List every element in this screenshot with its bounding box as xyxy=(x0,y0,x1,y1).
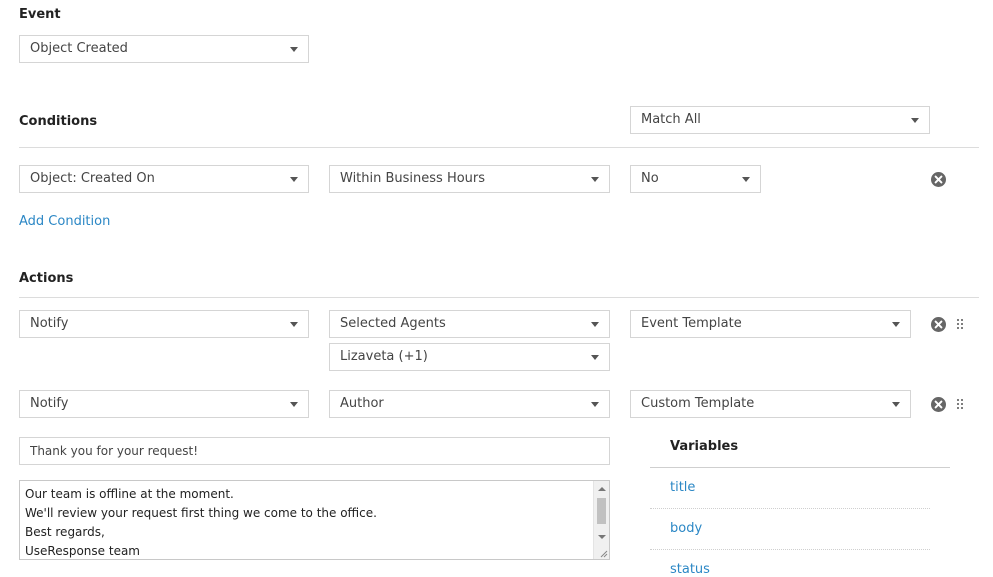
variable-link-status[interactable]: status xyxy=(670,562,710,577)
message-body-line: Best regards, xyxy=(25,525,105,539)
caret-down-icon xyxy=(892,402,900,407)
drag-handle-icon[interactable] xyxy=(957,319,965,331)
variable-link-title[interactable]: title xyxy=(670,480,695,495)
variable-link-body[interactable]: body xyxy=(670,521,702,536)
condition-operator-select[interactable]: Within Business Hours xyxy=(329,165,610,193)
scroll-up-arrow-icon[interactable] xyxy=(598,487,606,491)
scrollbar-thumb[interactable] xyxy=(597,498,606,524)
caret-down-icon xyxy=(911,118,919,123)
caret-down-icon xyxy=(290,177,298,182)
drag-handle-icon[interactable] xyxy=(957,399,965,411)
variables-divider xyxy=(650,467,950,468)
actions-divider xyxy=(19,297,979,298)
event-heading: Event xyxy=(19,7,61,22)
resize-grip-icon[interactable] xyxy=(598,548,608,558)
caret-down-icon xyxy=(591,402,599,407)
agent-picker-select[interactable]: Lizaveta (+1) xyxy=(329,343,610,371)
condition-value-value: No xyxy=(641,171,659,186)
add-condition-link[interactable]: Add Condition xyxy=(19,214,110,229)
message-body-line: UseResponse team xyxy=(25,544,140,558)
match-mode-value: Match All xyxy=(641,112,701,127)
caret-down-icon xyxy=(290,47,298,52)
variables-heading: Variables xyxy=(670,439,739,454)
condition-field-value: Object: Created On xyxy=(30,171,155,186)
action-type-select[interactable]: Notify xyxy=(19,390,309,418)
action-target-select[interactable]: Author xyxy=(329,390,610,418)
scroll-down-arrow-icon[interactable] xyxy=(598,535,606,539)
caret-down-icon xyxy=(591,322,599,327)
condition-field-select[interactable]: Object: Created On xyxy=(19,165,309,193)
message-body-textarea[interactable]: Our team is offline at the moment. We'll… xyxy=(19,480,610,560)
action-target-select[interactable]: Selected Agents xyxy=(329,310,610,338)
action-type-value: Notify xyxy=(30,316,69,331)
remove-circle-icon[interactable] xyxy=(931,317,946,332)
message-body-line: We'll review your request first thing we… xyxy=(25,506,377,520)
actions-heading: Actions xyxy=(19,271,74,286)
caret-down-icon xyxy=(290,402,298,407)
agent-picker-value: Lizaveta (+1) xyxy=(340,349,428,364)
variables-row-divider xyxy=(650,549,930,551)
conditions-heading: Conditions xyxy=(19,114,98,129)
event-select[interactable]: Object Created xyxy=(19,35,309,63)
remove-circle-icon[interactable] xyxy=(931,397,946,412)
remove-circle-icon[interactable] xyxy=(931,172,946,187)
event-select-value: Object Created xyxy=(30,41,128,56)
conditions-divider xyxy=(19,147,979,148)
subject-input[interactable] xyxy=(19,437,610,465)
caret-down-icon xyxy=(892,322,900,327)
caret-down-icon xyxy=(742,177,750,182)
variables-row-divider xyxy=(650,508,930,510)
action-template-select[interactable]: Custom Template xyxy=(630,390,911,418)
action-template-value: Event Template xyxy=(641,316,742,331)
action-target-value: Selected Agents xyxy=(340,316,446,331)
caret-down-icon xyxy=(290,322,298,327)
message-body-line: Our team is offline at the moment. xyxy=(25,487,234,501)
caret-down-icon xyxy=(591,355,599,360)
action-template-value: Custom Template xyxy=(641,396,755,411)
action-type-value: Notify xyxy=(30,396,69,411)
action-template-select[interactable]: Event Template xyxy=(630,310,911,338)
action-target-value: Author xyxy=(340,396,384,411)
match-mode-select[interactable]: Match All xyxy=(630,106,930,134)
condition-value-select[interactable]: No xyxy=(630,165,761,193)
action-type-select[interactable]: Notify xyxy=(19,310,309,338)
condition-operator-value: Within Business Hours xyxy=(340,171,486,186)
caret-down-icon xyxy=(591,177,599,182)
